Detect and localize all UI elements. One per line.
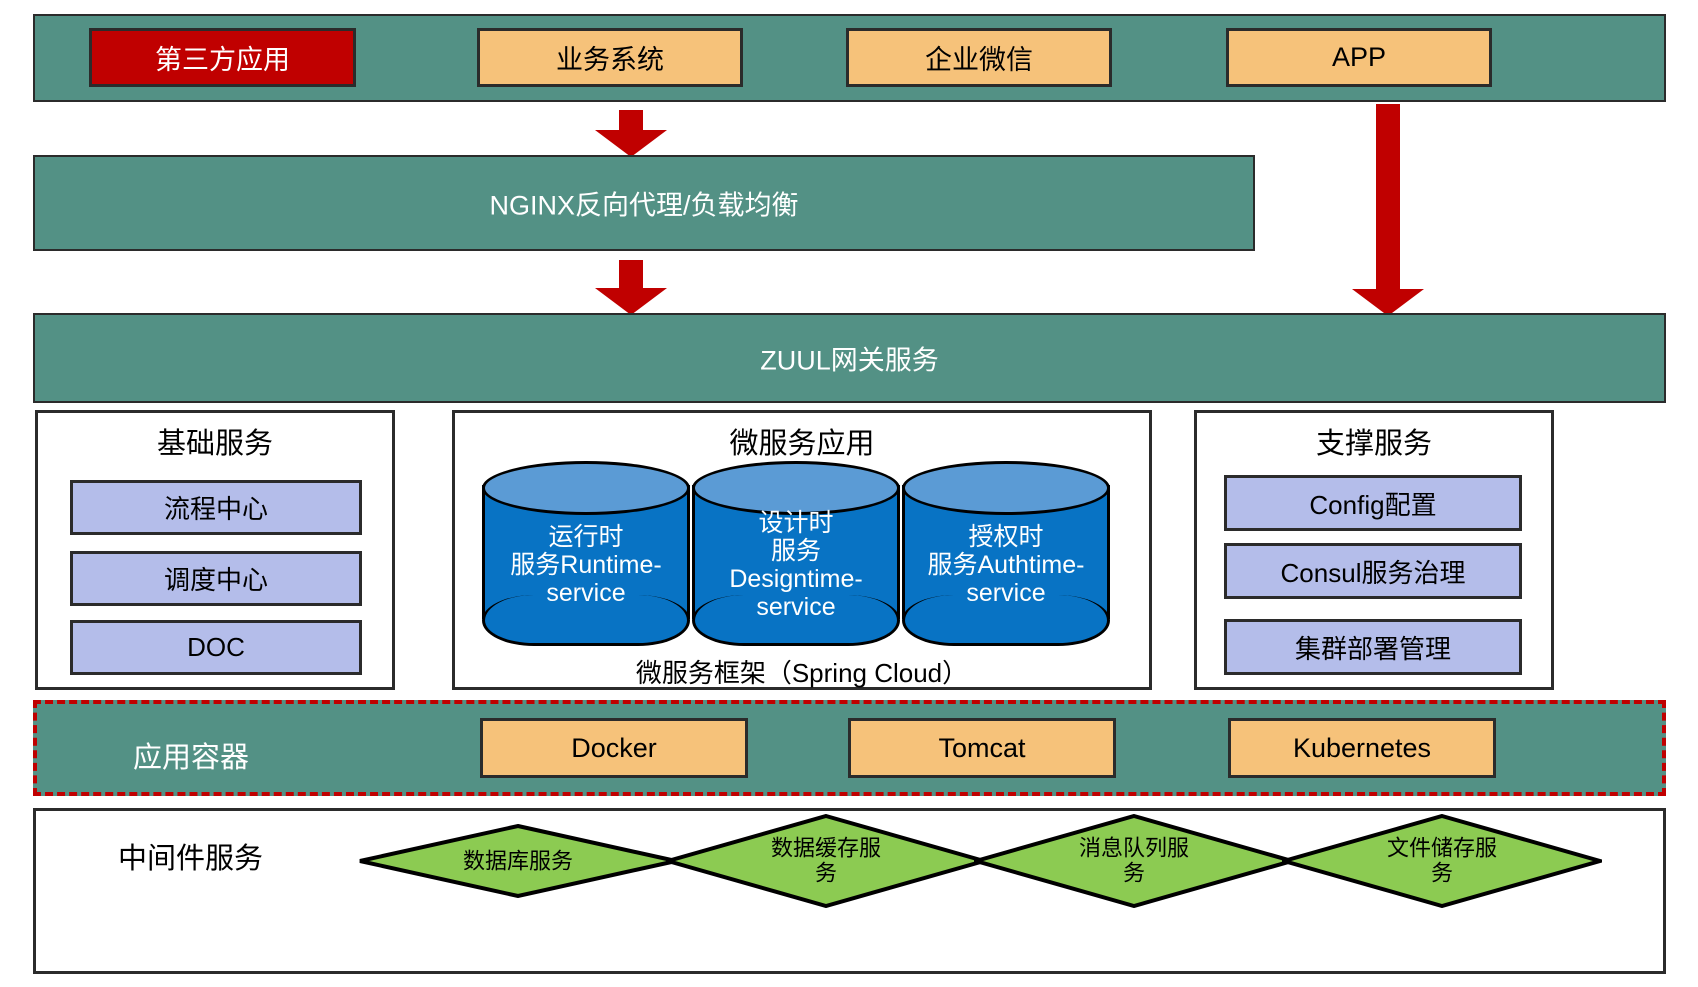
basic-service-item-process-center-label: 流程中心 — [163, 494, 268, 524]
cylinder-top — [692, 461, 900, 515]
microservice-cylinder-authtime[interactable]: 授权时 服务Authtime- service — [902, 461, 1110, 646]
basic-service-item-scheduler-center[interactable]: 调度中心 — [70, 551, 362, 606]
container-item-tomcat-label: Tomcat — [938, 732, 1026, 763]
basic-service-item-doc-label: DOC — [187, 632, 245, 662]
middleware-item-database-label: 数据库服务 — [428, 848, 607, 873]
client-app-wechat-work-label: 企业微信 — [925, 45, 1033, 75]
cyl-line: 设计时 — [758, 509, 834, 537]
panel-microservice-applications-title: 微服务应用 — [729, 428, 875, 460]
microservice-cylinder-runtime-label: 运行时 服务Runtime- service — [482, 523, 690, 607]
cyl-line: 运行时 — [548, 523, 624, 551]
client-app-mobile-label: APP — [1331, 42, 1387, 72]
middleware-item-database[interactable]: 数据库服务 — [358, 823, 678, 899]
middleware-item-file-storage[interactable]: 文件储存服 务 — [1276, 813, 1608, 909]
cyl-line: service — [966, 579, 1046, 607]
arrow-nginx-to-zuul — [595, 260, 667, 315]
diamond-line: 务 — [814, 861, 837, 886]
middleware-item-cache-label: 数据缓存服 务 — [736, 836, 915, 887]
client-app-business-system[interactable]: 业务系统 — [477, 28, 743, 87]
middleware-item-file-storage-label: 文件储存服 务 — [1352, 836, 1531, 887]
container-item-kubernetes[interactable]: Kubernetes — [1228, 718, 1496, 778]
diamond-line: 消息队列服 — [1078, 835, 1189, 861]
arrow-app-to-zuul — [1352, 104, 1424, 316]
container-item-kubernetes-label: Kubernetes — [1292, 732, 1432, 763]
zuul-band-label: ZUUL网关服务 — [760, 345, 939, 376]
microservice-cylinder-designtime-label: 设计时 服务 Designtime- service — [692, 509, 900, 621]
cyl-line: 服务 — [770, 537, 821, 565]
client-app-mobile[interactable]: APP — [1226, 28, 1492, 87]
support-service-item-consul[interactable]: Consul服务治理 — [1224, 543, 1522, 599]
support-service-item-cluster-deploy-label: 集群部署管理 — [1294, 633, 1451, 664]
basic-service-item-process-center[interactable]: 流程中心 — [70, 480, 362, 535]
cylinder-top — [482, 461, 690, 515]
cylinder-top — [902, 461, 1110, 515]
client-app-wechat-work[interactable]: 企业微信 — [846, 28, 1112, 87]
middleware-band-label: 中间件服务 — [118, 843, 264, 875]
cyl-line: 服务Runtime- — [510, 551, 662, 579]
cyl-line: 授权时 — [968, 523, 1044, 551]
diamond-line: 数据缓存服 — [770, 835, 881, 861]
middleware-item-message-queue[interactable]: 消息队列服 务 — [968, 813, 1300, 909]
microservice-cylinder-runtime[interactable]: 运行时 服务Runtime- service — [482, 461, 690, 646]
client-app-third-party[interactable]: 第三方应用 — [89, 28, 356, 87]
container-item-tomcat[interactable]: Tomcat — [848, 718, 1116, 778]
cyl-line: Designtime- — [729, 565, 863, 593]
panel-basic-services-title: 基础服务 — [156, 428, 273, 460]
container-item-docker-label: Docker — [571, 732, 657, 763]
support-service-item-config[interactable]: Config配置 — [1224, 475, 1522, 531]
microservice-cylinder-authtime-label: 授权时 服务Authtime- service — [902, 523, 1110, 607]
diamond-line: 文件储存服 — [1386, 835, 1497, 861]
diamond-line: 务 — [1430, 861, 1453, 886]
diamond-line: 务 — [1122, 861, 1145, 886]
support-service-item-config-label: Config配置 — [1309, 489, 1437, 520]
basic-service-item-scheduler-center-label: 调度中心 — [163, 565, 268, 595]
cyl-line: service — [546, 579, 626, 607]
basic-service-item-doc[interactable]: DOC — [70, 620, 362, 675]
support-service-item-cluster-deploy[interactable]: 集群部署管理 — [1224, 619, 1522, 675]
architecture-diagram: 第三方应用 业务系统 企业微信 APP NGINX反向代理/负载均衡 ZUUL网… — [0, 0, 1698, 987]
client-app-business-system-label: 业务系统 — [556, 45, 664, 75]
microservice-cylinder-designtime[interactable]: 设计时 服务 Designtime- service — [692, 461, 900, 646]
microservice-framework-label: 微服务框架（Spring Cloud） — [635, 658, 969, 688]
container-item-docker[interactable]: Docker — [480, 718, 748, 778]
support-service-item-consul-label: Consul服务治理 — [1280, 557, 1466, 588]
arrow-clients-to-nginx — [595, 110, 667, 157]
middleware-item-cache[interactable]: 数据缓存服 务 — [660, 813, 992, 909]
client-app-third-party-label: 第三方应用 — [155, 45, 290, 75]
diamond-line: 数据库服务 — [462, 848, 573, 874]
application-container-band-label: 应用容器 — [133, 742, 250, 774]
nginx-band: NGINX反向代理/负载均衡 — [33, 155, 1255, 251]
cyl-line: service — [756, 593, 836, 621]
zuul-band: ZUUL网关服务 — [33, 313, 1666, 403]
nginx-band-label: NGINX反向代理/负载均衡 — [489, 190, 799, 221]
cyl-line: 服务Authtime- — [927, 551, 1085, 579]
panel-support-services-title: 支撑服务 — [1315, 428, 1432, 460]
middleware-item-message-queue-label: 消息队列服 务 — [1044, 836, 1223, 887]
